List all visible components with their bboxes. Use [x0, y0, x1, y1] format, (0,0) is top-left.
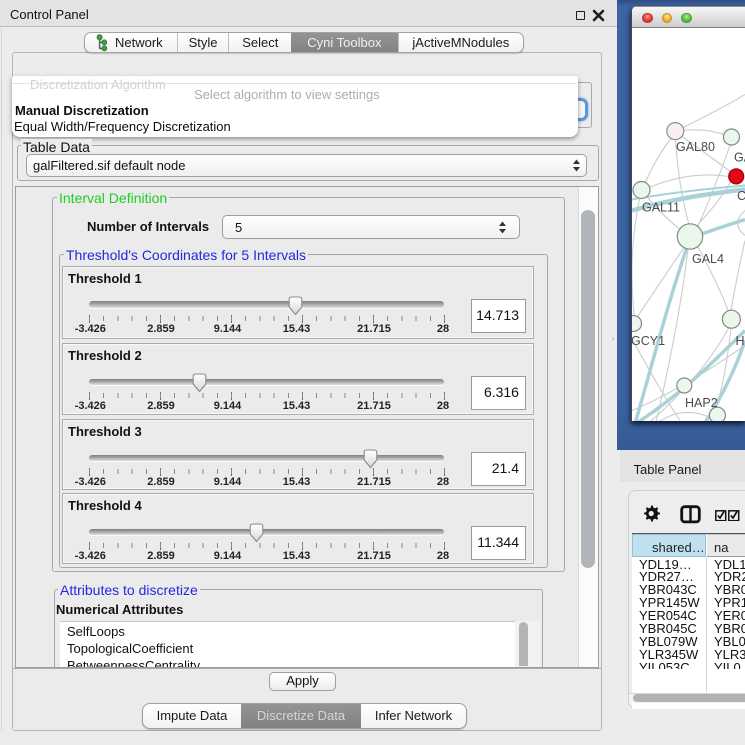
svg-text:C: C — [737, 189, 745, 203]
svg-text:H: H — [736, 334, 745, 348]
svg-text:GAL11: GAL11 — [642, 200, 680, 214]
svg-text:GAL80: GAL80 — [676, 140, 715, 154]
svg-text:GAL: GAL — [734, 150, 745, 164]
svg-text:HAP2: HAP2 — [685, 396, 718, 410]
svg-text:GCY1: GCY1 — [632, 334, 665, 348]
svg-text:GAL4: GAL4 — [692, 252, 724, 266]
